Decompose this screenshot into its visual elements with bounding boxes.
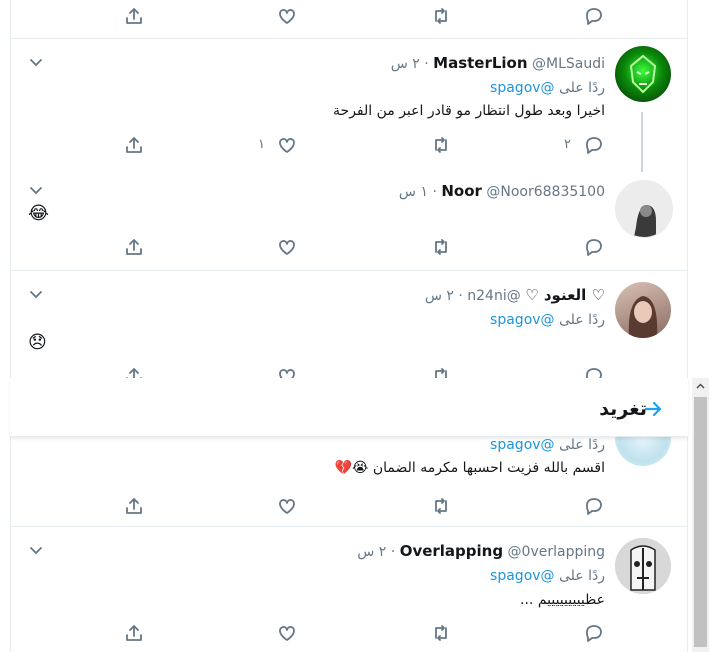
display-name[interactable]: ♡ العنود ♡: [525, 286, 605, 304]
tweet-text: عظيييييييييم ...: [520, 592, 605, 608]
retweet-icon[interactable]: [431, 496, 451, 516]
reply-icon[interactable]: [584, 6, 604, 26]
handle[interactable]: @Noor68835100: [486, 184, 605, 200]
tweet-text: اخيرا وبعد طول انتظار مو قادر اعبر من ال…: [333, 103, 605, 119]
tweet-header: MasterLion @MLSaudi · ٢ س: [390, 54, 605, 72]
handle[interactable]: @MLSaudi: [532, 56, 605, 72]
reply-handle-link[interactable]: @spagov: [490, 568, 555, 584]
tweet-header: ♡ العنود ♡ @n24ni · ٢ س: [424, 286, 605, 304]
scrollbar-thumb[interactable]: [694, 397, 707, 647]
avatar[interactable]: [615, 46, 671, 102]
share-icon[interactable]: [124, 6, 144, 26]
share-icon[interactable]: [124, 135, 144, 155]
avatar[interactable]: [615, 282, 671, 338]
reply-icon[interactable]: [584, 496, 604, 516]
timestamp[interactable]: ٢ س: [357, 544, 386, 560]
chevron-down-icon[interactable]: [26, 284, 46, 304]
avatar[interactable]: [615, 180, 673, 238]
like-icon[interactable]: [277, 623, 297, 643]
display-name[interactable]: Noor: [441, 182, 482, 200]
like-icon[interactable]: [277, 496, 297, 516]
timestamp[interactable]: ٢ س: [391, 56, 420, 72]
thread-line: [641, 112, 643, 172]
like-icon[interactable]: [277, 237, 297, 257]
chevron-down-icon[interactable]: [26, 52, 46, 72]
back-arrow-icon[interactable]: [642, 398, 664, 420]
share-icon[interactable]: [124, 623, 144, 643]
timestamp[interactable]: ١ س: [399, 184, 428, 200]
share-icon[interactable]: [124, 237, 144, 257]
chevron-up-icon[interactable]: [692, 378, 709, 395]
reply-count: ٢: [564, 137, 571, 152]
handle[interactable]: @0verlapping: [508, 544, 605, 560]
tweet-header: Overlapping @0verlapping · ٢ س: [357, 542, 605, 560]
tweet-emoji: 😂: [28, 203, 50, 224]
reply-handle-link[interactable]: @spagov: [490, 80, 555, 96]
tweet-dialog-header: [10, 378, 688, 437]
like-icon[interactable]: [277, 135, 297, 155]
reply-context: ردًا على @spagov: [490, 312, 605, 328]
reply-context: ردًا على @spagov: [490, 568, 605, 584]
like-icon[interactable]: [277, 6, 297, 26]
reply-handle-link[interactable]: @spagov: [490, 437, 555, 453]
reply-context: ردًا على @spagov: [490, 80, 605, 96]
reply-context: ردًا على @spagov: [490, 437, 605, 453]
avatar[interactable]: [615, 538, 671, 594]
dialog-title: تغريد: [599, 398, 647, 420]
share-icon[interactable]: [124, 496, 144, 516]
display-name[interactable]: MasterLion: [433, 54, 527, 72]
retweet-icon[interactable]: [431, 135, 451, 155]
chevron-down-icon[interactable]: [26, 540, 46, 560]
tweet-header: Noor @Noor68835100 · ١ س: [398, 182, 605, 200]
retweet-icon[interactable]: [431, 6, 451, 26]
tweet-text: اقسم بالله فزيت احسبها مكرمه الضمان 😭💔: [334, 460, 605, 476]
handle[interactable]: @n24ni: [467, 288, 520, 304]
chevron-down-icon[interactable]: [26, 180, 46, 200]
scroll-up-arrow[interactable]: [692, 378, 709, 395]
reply-icon[interactable]: [584, 135, 604, 155]
retweet-icon[interactable]: [431, 623, 451, 643]
timestamp[interactable]: ٢ س: [425, 288, 454, 304]
like-count: ١: [258, 137, 265, 152]
display-name[interactable]: Overlapping: [400, 542, 503, 560]
tweet-emoji: 😞: [28, 332, 47, 353]
reply-icon[interactable]: [584, 237, 604, 257]
reply-icon[interactable]: [584, 623, 604, 643]
retweet-icon[interactable]: [431, 237, 451, 257]
reply-handle-link[interactable]: @spagov: [490, 312, 555, 328]
